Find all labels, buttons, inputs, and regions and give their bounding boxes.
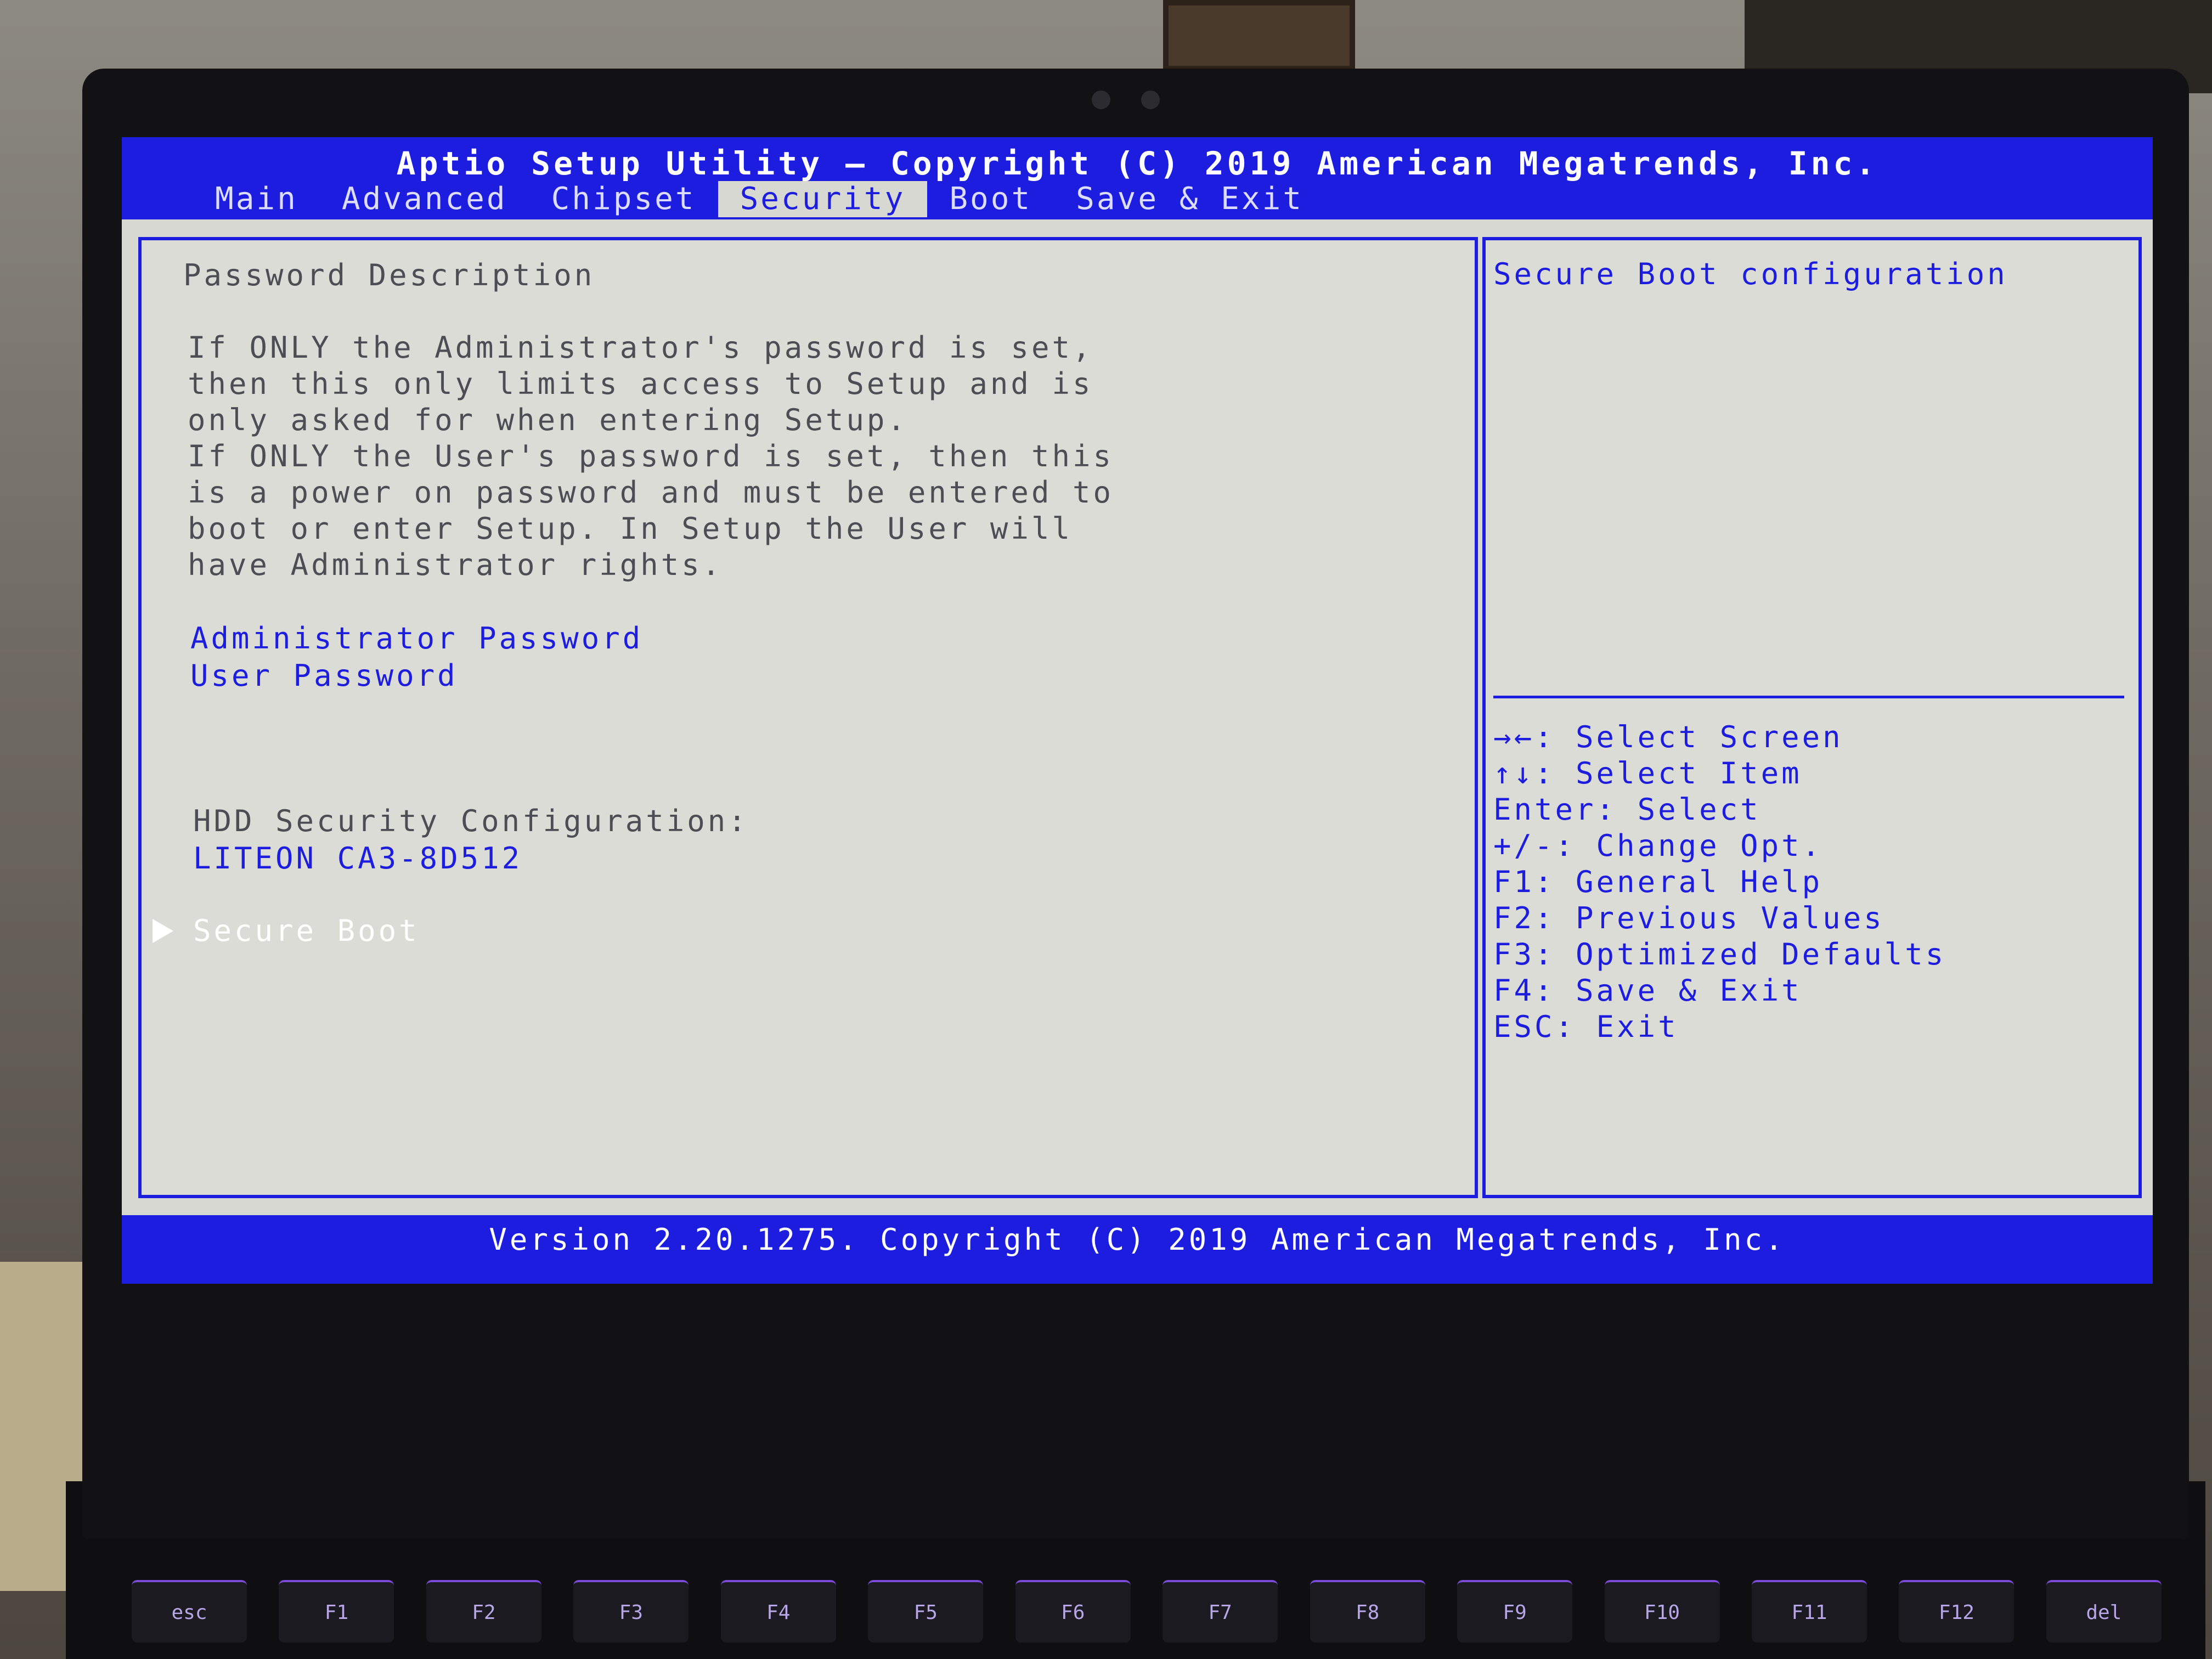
bios-screen: Aptio Setup Utility – Copyright (C) 2019…: [122, 137, 2153, 1284]
hdd-device-item[interactable]: LITEON CA3-8D512: [193, 841, 522, 876]
key-help-line: Enter: Select: [1493, 792, 1761, 827]
key-f1[interactable]: F1: [279, 1580, 394, 1643]
help-panel: [1482, 237, 2142, 1198]
description-line: then this only limits access to Setup an…: [188, 366, 1093, 401]
administrator-password-item[interactable]: Administrator Password: [190, 621, 643, 656]
key-f4[interactable]: F4: [720, 1580, 836, 1643]
description-line: If ONLY the Administrator's password is …: [188, 330, 1093, 365]
key-f11[interactable]: F11: [1751, 1580, 1867, 1643]
picture-frame: [1163, 0, 1355, 71]
key-help-line: F2: Previous Values: [1493, 901, 1884, 935]
key-f5[interactable]: F5: [868, 1580, 984, 1643]
bios-footer: Version 2.20.1275. Copyright (C) 2019 Am…: [122, 1215, 2153, 1284]
key-help-line: ESC: Exit: [1493, 1009, 1679, 1044]
bios-tab-bar: Main Advanced Chipset Security Boot Save…: [193, 181, 1325, 217]
key-del[interactable]: del: [2046, 1580, 2162, 1643]
key-help-line: +/-: Change Opt.: [1493, 828, 1823, 863]
tab-security[interactable]: Security: [718, 181, 928, 217]
tab-main[interactable]: Main: [193, 181, 320, 217]
help-divider: [1493, 696, 2124, 698]
description-line: If ONLY the User's password is set, then…: [188, 439, 1114, 473]
key-f2[interactable]: F2: [426, 1580, 541, 1643]
key-help-line: ↑↓: Select Item: [1493, 756, 1802, 791]
key-help-line: F4: Save & Exit: [1493, 973, 1802, 1008]
tab-chipset[interactable]: Chipset: [529, 181, 718, 217]
password-description-heading: Password Description: [183, 258, 595, 292]
camera-sensor-icon: [1141, 91, 1160, 109]
key-help-line: F3: Optimized Defaults: [1493, 937, 1946, 972]
submenu-arrow-icon: [153, 919, 173, 943]
bios-title: Aptio Setup Utility – Copyright (C) 2019…: [396, 145, 1878, 182]
webcam-icon: [1092, 91, 1110, 109]
key-help-line: F1: General Help: [1493, 865, 1823, 899]
key-f10[interactable]: F10: [1604, 1580, 1720, 1643]
key-f6[interactable]: F6: [1015, 1580, 1131, 1643]
key-esc[interactable]: esc: [132, 1580, 247, 1643]
item-help-text: Secure Boot configuration: [1493, 257, 2008, 291]
description-line: have Administrator rights.: [188, 548, 723, 582]
hdd-security-heading: HDD Security Configuration:: [193, 804, 749, 838]
description-line: is a power on password and must be enter…: [188, 475, 1114, 510]
key-f7[interactable]: F7: [1163, 1580, 1278, 1643]
description-line: only asked for when entering Setup.: [188, 403, 908, 437]
description-line: boot or enter Setup. In Setup the User w…: [188, 511, 1073, 546]
key-f8[interactable]: F8: [1310, 1580, 1425, 1643]
tab-boot[interactable]: Boot: [927, 181, 1054, 217]
tab-advanced[interactable]: Advanced: [320, 181, 529, 217]
function-key-row: esc F1 F2 F3 F4 F5 F6 F7 F8 F9 F10 F11 F…: [132, 1580, 2162, 1646]
key-f9[interactable]: F9: [1457, 1580, 1573, 1643]
tab-save-exit[interactable]: Save & Exit: [1054, 181, 1325, 217]
user-password-item[interactable]: User Password: [190, 658, 458, 693]
key-f12[interactable]: F12: [1899, 1580, 2015, 1643]
secure-boot-item[interactable]: Secure Boot: [193, 913, 420, 948]
key-f3[interactable]: F3: [573, 1580, 689, 1643]
key-help-line: →←: Select Screen: [1493, 720, 1843, 754]
bios-header: Aptio Setup Utility – Copyright (C) 2019…: [122, 137, 2153, 219]
